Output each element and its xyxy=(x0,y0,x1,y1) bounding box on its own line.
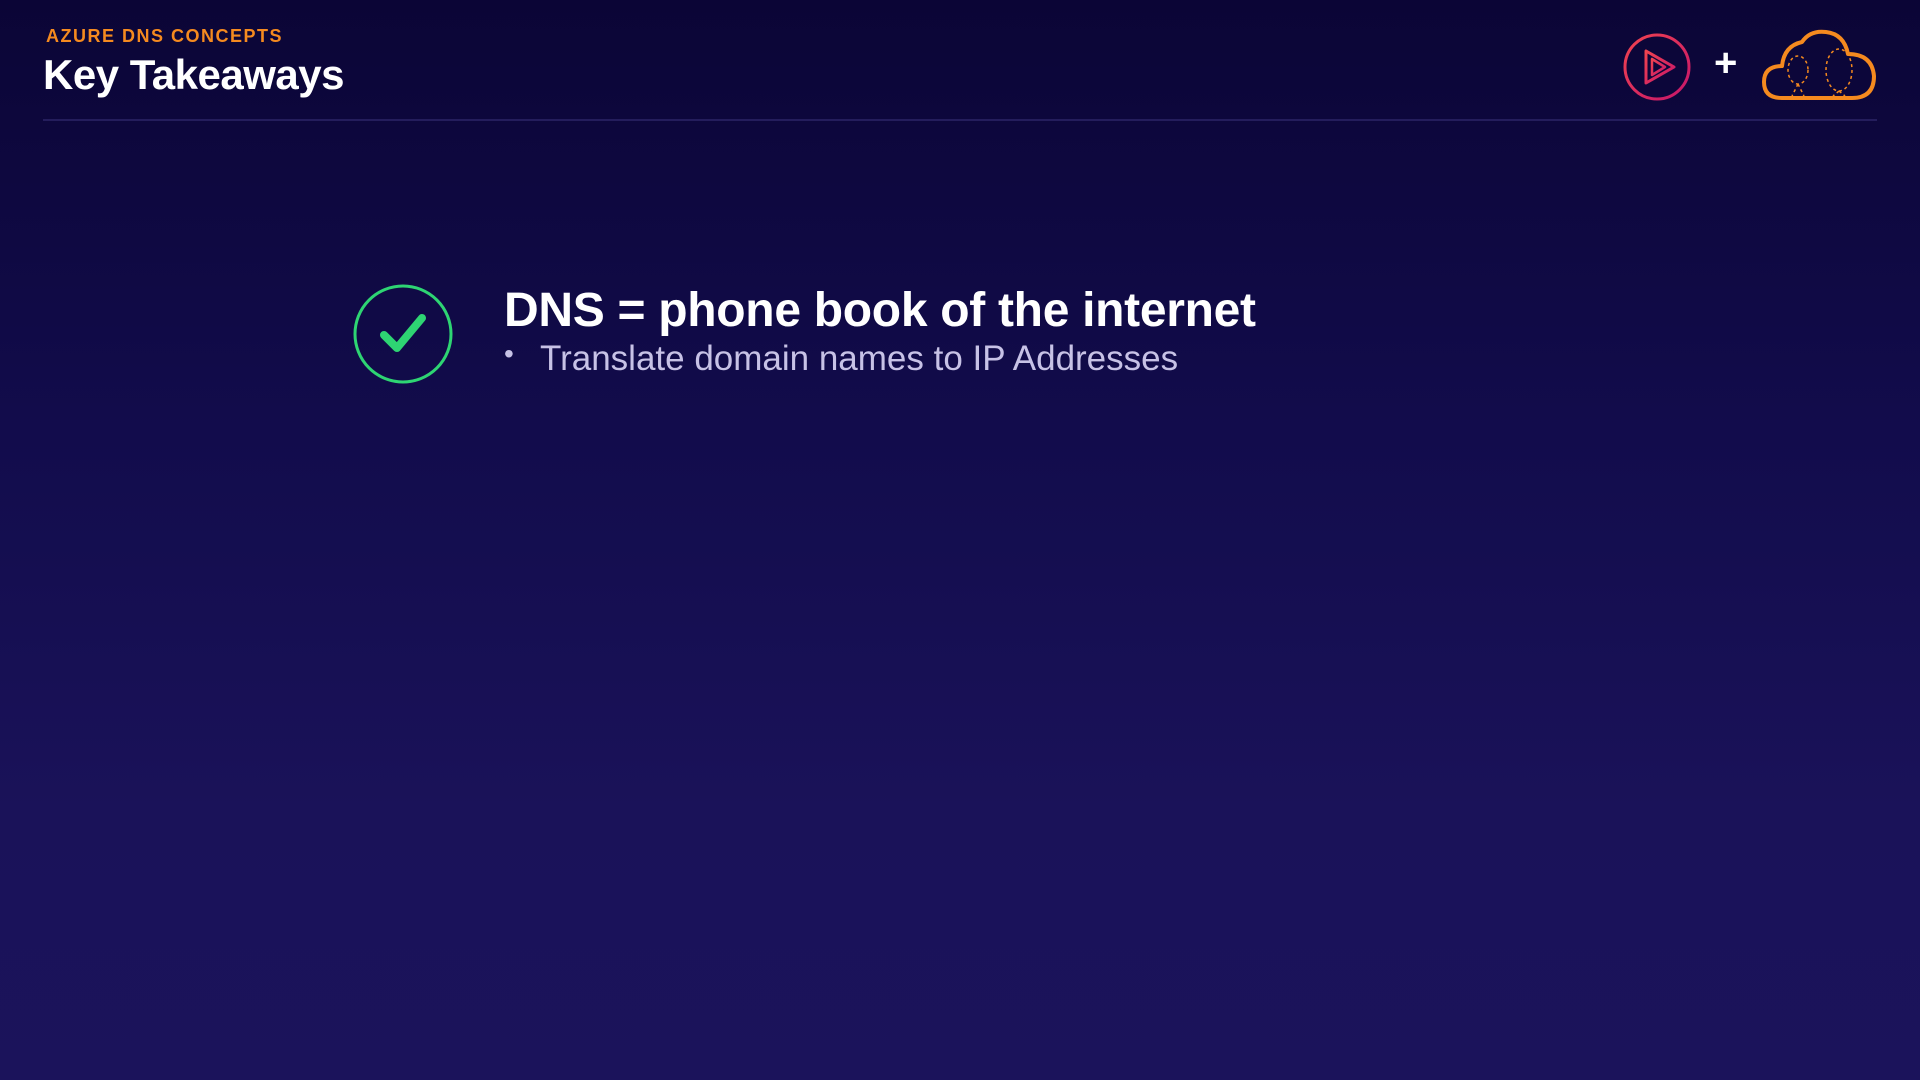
checkmark-circle-icon xyxy=(353,284,453,384)
cloud-icon xyxy=(1762,29,1876,100)
section-eyebrow: AZURE DNS CONCEPTS xyxy=(46,26,284,46)
takeaway-heading: DNS = phone book of the internet xyxy=(504,284,1256,337)
header-logos: + xyxy=(1620,28,1880,108)
plus-sign: + xyxy=(1714,41,1738,85)
slide-title: Key Takeaways xyxy=(43,51,344,98)
play-circle-icon xyxy=(1623,33,1691,101)
slide-header: AZURE DNS CONCEPTS Key Takeaways xyxy=(43,26,1877,120)
takeaway-bullet-list: Translate domain names to IP Addresses xyxy=(504,333,1178,386)
takeaway-item: DNS = phone book of the internet Transla… xyxy=(352,283,1452,393)
header-divider xyxy=(43,119,1877,121)
takeaway-bullet: Translate domain names to IP Addresses xyxy=(504,333,1178,386)
